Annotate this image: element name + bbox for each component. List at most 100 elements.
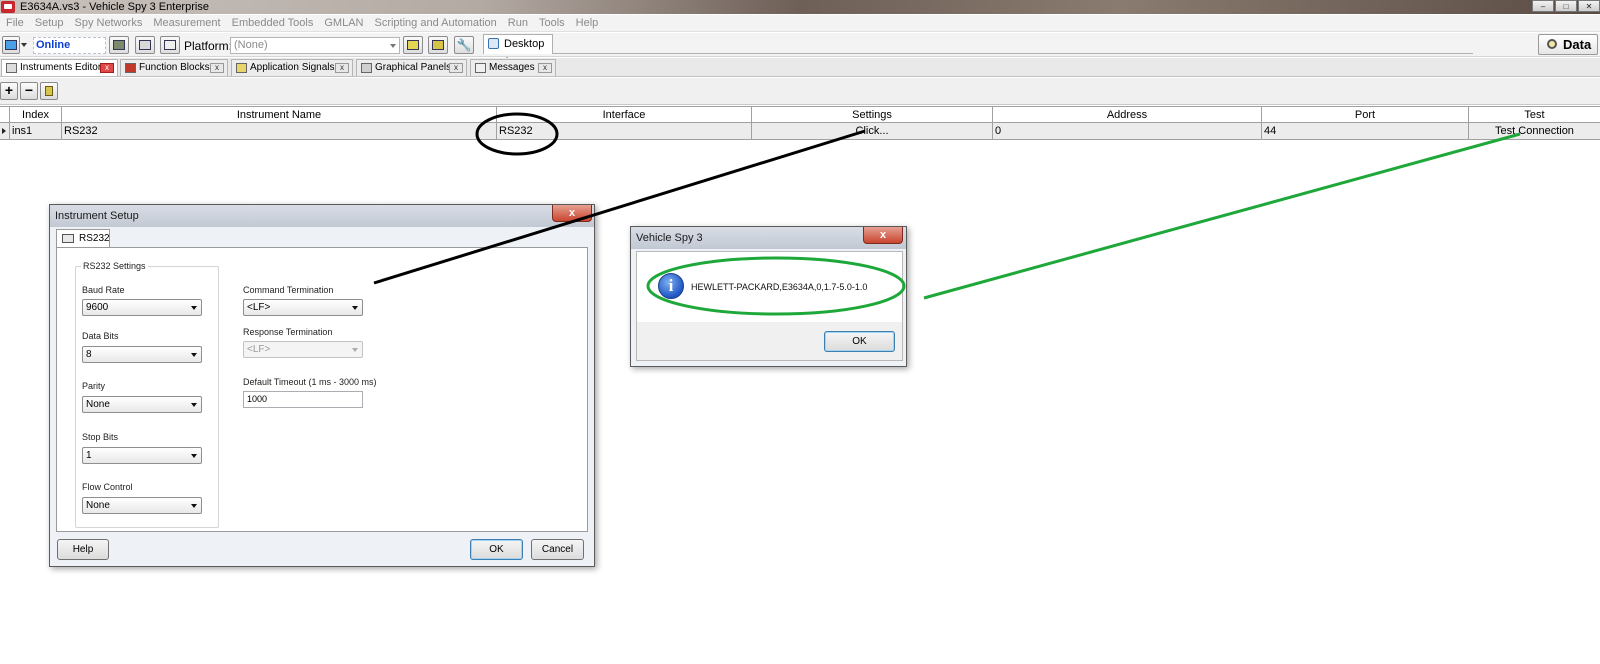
test-connection-button[interactable]: Test Connection — [1469, 123, 1600, 140]
cell-interface[interactable]: RS232 — [497, 123, 752, 140]
close-icon[interactable]: x — [210, 63, 224, 73]
desktop-icon — [488, 38, 499, 49]
editor-tab-strip: Instruments Editor x Function Blocks x A… — [0, 58, 1600, 77]
menu-run[interactable]: Run — [508, 17, 528, 29]
tab-rs232[interactable]: RS232 — [56, 229, 110, 248]
tab-instruments-editor[interactable]: Instruments Editor x — [1, 59, 118, 76]
col-instrument-name[interactable]: Instrument Name — [62, 107, 497, 124]
menu-setup[interactable]: Setup — [35, 17, 64, 29]
flow-control-label: Flow Control — [82, 482, 133, 492]
cell-port[interactable]: 44 — [1262, 123, 1469, 140]
menu-gmlan[interactable]: GMLAN — [324, 17, 363, 29]
database-icon — [45, 86, 53, 96]
command-termination-select[interactable]: <LF> — [243, 299, 363, 316]
ok-button[interactable]: OK — [470, 539, 523, 560]
tab-application-signals[interactable]: Application Signals x — [231, 59, 353, 76]
tab-label: RS232 — [79, 233, 110, 244]
stop-bits-select[interactable]: 1 — [82, 447, 202, 464]
col-port[interactable]: Port — [1262, 107, 1469, 124]
menu-measurement[interactable]: Measurement — [153, 17, 220, 29]
col-index[interactable]: Index — [10, 107, 62, 124]
data-bits-value: 8 — [86, 349, 92, 360]
chevron-down-icon[interactable] — [21, 43, 27, 47]
database-settings-button[interactable] — [428, 36, 448, 54]
info-icon: i — [658, 273, 684, 299]
instrument-grid: Index Instrument Name Interface Settings… — [0, 106, 1600, 140]
window-title-bar: E3634A.vs3 - Vehicle Spy 3 Enterprise – … — [0, 0, 1600, 14]
table-row[interactable]: ins1 RS232 RS232 Click... 0 44 Test Conn… — [0, 123, 1600, 140]
wrench-icon: 🔧 — [456, 38, 472, 52]
signals-icon — [236, 63, 247, 73]
cell-index[interactable]: ins1 — [10, 123, 62, 140]
menu-help[interactable]: Help — [576, 17, 599, 29]
close-icon[interactable]: x — [449, 63, 463, 73]
default-timeout-input[interactable]: 1000 — [243, 391, 363, 408]
tools-button[interactable]: 🔧 — [454, 36, 474, 54]
row-selector[interactable] — [0, 123, 10, 140]
data-bits-select[interactable]: 8 — [82, 346, 202, 363]
menu-file[interactable]: File — [6, 17, 24, 29]
close-icon[interactable]: x — [100, 63, 114, 73]
parity-select[interactable]: None — [82, 396, 202, 413]
parity-value: None — [86, 399, 110, 410]
database-button[interactable] — [403, 36, 423, 54]
hardware-button[interactable] — [135, 36, 155, 54]
col-address[interactable]: Address — [993, 107, 1262, 124]
tab-function-blocks[interactable]: Function Blocks x — [120, 59, 228, 76]
close-icon[interactable]: x — [538, 63, 552, 73]
data-button[interactable]: Data — [1538, 34, 1598, 55]
close-window-button[interactable]: ✕ — [1578, 0, 1600, 12]
col-settings[interactable]: Settings — [752, 107, 993, 124]
window-controls: – □ ✕ — [1531, 0, 1600, 12]
menu-spy-networks[interactable]: Spy Networks — [74, 17, 142, 29]
cell-address[interactable]: 0 — [993, 123, 1262, 140]
database-button[interactable] — [40, 82, 58, 100]
col-interface[interactable]: Interface — [497, 107, 752, 124]
response-termination-select: <LF> — [243, 341, 363, 358]
network-button[interactable] — [109, 36, 129, 54]
tab-graphical-panels[interactable]: Graphical Panels x — [356, 59, 467, 76]
menu-bar: File Setup Spy Networks Measurement Embe… — [0, 15, 1600, 32]
desktop-tab-divider — [553, 53, 1473, 54]
tab-desktop-1[interactable]: Desktop 1 — [483, 34, 553, 68]
response-termination-value: <LF> — [247, 344, 271, 355]
flow-control-select[interactable]: None — [82, 497, 202, 514]
cell-instrument-name[interactable]: RS232 — [62, 123, 497, 140]
col-test[interactable]: Test — [1469, 107, 1600, 124]
flag-button[interactable] — [160, 36, 180, 54]
maximize-button[interactable]: □ — [1555, 0, 1577, 12]
cancel-button[interactable]: Cancel — [531, 539, 584, 560]
menu-scripting[interactable]: Scripting and Automation — [374, 17, 496, 29]
window-title: E3634A.vs3 - Vehicle Spy 3 Enterprise — [20, 1, 209, 13]
instrument-setup-dialog: Instrument Setup x RS232 RS232 Settings … — [49, 204, 595, 567]
command-termination-value: <LF> — [247, 302, 271, 313]
platform-select[interactable]: (None) — [230, 37, 400, 54]
chevron-down-icon — [191, 504, 197, 508]
chevron-down-icon — [352, 306, 358, 310]
dialog-close-button[interactable]: x — [552, 205, 592, 222]
add-instrument-button[interactable]: + — [0, 82, 18, 100]
dialog-title: Instrument Setup — [50, 205, 594, 227]
menu-embedded-tools[interactable]: Embedded Tools — [232, 17, 314, 29]
help-button[interactable]: Help — [57, 539, 109, 560]
tab-messages[interactable]: Messages x — [470, 59, 556, 76]
messages-icon — [475, 63, 486, 73]
chevron-down-icon — [191, 454, 197, 458]
minimize-button[interactable]: – — [1532, 0, 1554, 12]
command-termination-label: Command Termination — [243, 285, 334, 295]
baud-rate-label: Baud Rate — [82, 285, 125, 295]
chevron-down-icon — [352, 348, 358, 352]
close-icon[interactable]: x — [335, 63, 349, 73]
menu-tools[interactable]: Tools — [539, 17, 565, 29]
tab-label: Messages — [489, 62, 535, 73]
cell-settings[interactable]: Click... — [752, 123, 993, 140]
chevron-down-icon — [191, 353, 197, 357]
mode-button[interactable] — [2, 36, 20, 54]
data-bits-label: Data Bits — [82, 331, 119, 341]
remove-instrument-button[interactable]: − — [20, 82, 38, 100]
message-ok-button[interactable]: OK — [824, 331, 895, 352]
message-box-close-button[interactable]: x — [863, 227, 903, 244]
baud-rate-select[interactable]: 9600 — [82, 299, 202, 316]
online-status[interactable]: Online — [33, 37, 106, 54]
response-termination-label: Response Termination — [243, 327, 333, 337]
